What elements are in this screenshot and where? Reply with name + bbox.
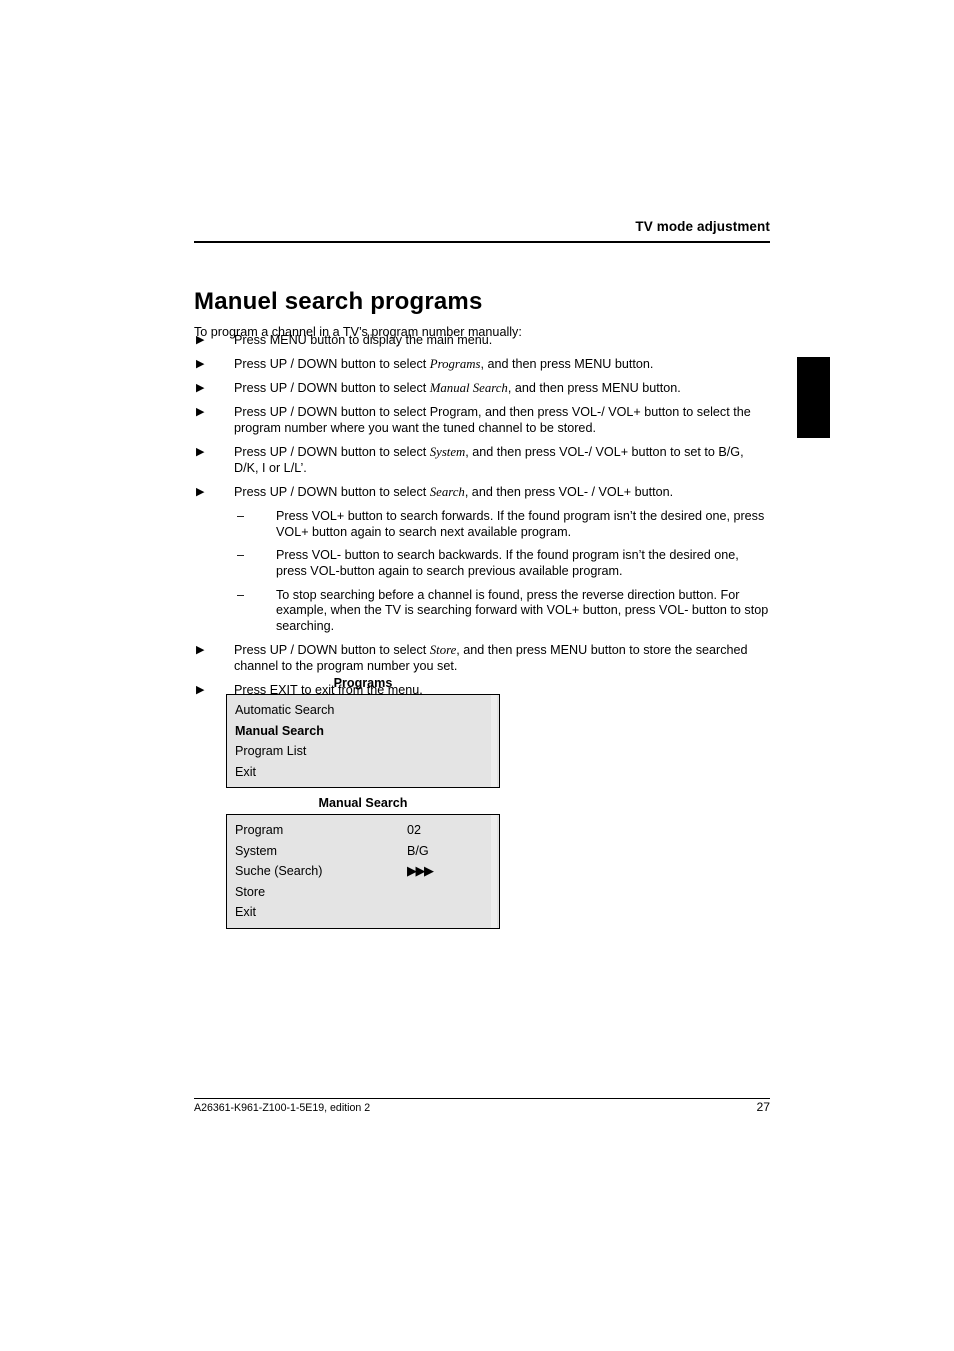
step-text-run: Press UP / DOWN button to select (234, 381, 430, 396)
osd-menu-manual-search: Manual Search Program 02 System B/G Suche (Se… (226, 796, 500, 929)
instruction-substep-text: Press VOL+ button to search forwards. If… (276, 509, 765, 539)
instruction-step-text: Press MENU button to display the main me… (234, 333, 492, 347)
header-rule (194, 241, 770, 243)
page-title: Manuel search programs (194, 288, 483, 316)
osd-menu-item[interactable]: Exit (227, 902, 499, 923)
osd-menu-item[interactable]: System B/G (227, 841, 499, 862)
instruction-step: ▶ Press UP / DOWN button to select Progra… (194, 357, 770, 373)
osd-menu-item[interactable]: Program 02 (227, 820, 499, 841)
menu-term-emphasis: Search (429, 484, 465, 499)
osd-menu-item-label: Automatic Search (235, 703, 335, 717)
osd-menu-item-value (407, 902, 491, 923)
instruction-substep: – Press VOL+ button to search forwards. I… (234, 509, 770, 540)
document-page: TV mode adjustment Manuel search program… (0, 0, 954, 1351)
step-text-run: , and then press MENU button. (480, 357, 654, 372)
step-text-run: Press UP / DOWN button to select (234, 357, 430, 372)
menu-term-emphasis: Manual Search (429, 381, 508, 396)
step-text-run: Press UP / DOWN button to select (234, 484, 430, 499)
osd-menu-item-value: B/G (407, 843, 429, 858)
osd-menu-item-label: Exit (235, 905, 256, 920)
instruction-step-text: Press UP / DOWN button to select Program… (234, 405, 751, 435)
footer-page-number: 27 (756, 1100, 770, 1114)
osd-menu-item-value (407, 741, 491, 762)
instruction-step-text: Press UP / DOWN button to select Store, … (234, 643, 748, 673)
instruction-step: ▶ Press MENU button to display the main m… (194, 333, 770, 349)
osd-menu-item[interactable]: Suche (Search) ▶▶▶ (227, 861, 499, 882)
instruction-substep-text: Press VOL- button to search backwards. I… (276, 548, 739, 579)
step-text-run: , and then press MENU button. (507, 381, 681, 396)
osd-menu-item-label: System (235, 843, 277, 858)
triangle-bullet-icon: ▶ (196, 485, 205, 498)
instruction-step: ▶ Press UP / DOWN button to select Store,… (194, 643, 770, 674)
instruction-substep-text: To stop searching before a channel is fo… (276, 587, 769, 633)
osd-menu-box: Automatic Search Manual Search Program Lis… (226, 694, 500, 789)
osd-menu-item-value (407, 882, 491, 903)
instruction-step-text: Press UP / DOWN button to select Search,… (234, 485, 673, 499)
triangle-bullet-icon: ▶ (196, 334, 205, 346)
triangle-bullet-icon: ▶ (196, 643, 205, 656)
osd-menu-item-label: Store (235, 884, 266, 899)
osd-menu-item-label: Program List (235, 744, 307, 759)
instruction-step: ▶ Press UP / DOWN button to select Search… (194, 485, 770, 635)
search-arrows-icon: ▶▶▶ (407, 863, 434, 879)
instruction-substep: – Press VOL- button to search backwards. … (234, 548, 770, 579)
osd-menu-title: Programs (333, 676, 393, 690)
dash-bullet-icon: – (237, 509, 245, 524)
osd-menu-item[interactable]: Automatic Search (227, 700, 499, 721)
instruction-step-text: Press UP / DOWN button to select Manual … (234, 381, 681, 395)
osd-menu-item[interactable]: Exit (227, 762, 499, 783)
menu-term-emphasis: Programs (429, 357, 481, 372)
osd-menu-item-label: Manual Search (235, 723, 324, 738)
instruction-step: ▶ Press UP / DOWN button to select Manual… (194, 381, 770, 397)
instruction-step-text: Press UP / DOWN button to select System,… (234, 445, 744, 475)
osd-menu-item-label: Exit (235, 764, 256, 779)
triangle-bullet-icon: ▶ (196, 358, 205, 371)
menu-term-emphasis: System (429, 444, 466, 459)
step-text-run: Press MENU button to display the main me… (234, 333, 493, 347)
dash-bullet-icon: – (237, 548, 245, 563)
dash-bullet-icon: – (237, 587, 245, 602)
osd-menu-item-label: Program (235, 823, 284, 837)
osd-menu-item-value (407, 762, 491, 783)
triangle-bullet-icon: ▶ (196, 683, 205, 696)
osd-menu-item-value (407, 700, 491, 721)
osd-menu-item-label: Suche (Search) (235, 864, 323, 879)
osd-menu-box: Program 02 System B/G Suche (Search) ▶▶▶ Store… (226, 814, 500, 929)
osd-menu-programs: Programs Automatic Search Manual Search Pro… (226, 676, 500, 789)
step-text-run: Press UP / DOWN button to select Program… (234, 405, 751, 435)
instruction-step: ▶ Press UP / DOWN button to select Progra… (194, 405, 770, 436)
triangle-bullet-icon: ▶ (196, 445, 205, 458)
instruction-substep-list: – Press VOL+ button to search forwards. I… (234, 509, 770, 634)
running-header: TV mode adjustment (635, 219, 770, 234)
instruction-substep: – To stop searching before a channel is f… (234, 588, 770, 635)
osd-menu-item-value (407, 721, 491, 742)
osd-menu-item[interactable]: Manual Search (227, 721, 499, 742)
step-text-run: Press UP / DOWN button to select (234, 642, 430, 657)
instruction-step-text: Press UP / DOWN button to select Program… (234, 357, 653, 371)
osd-menu-item[interactable]: Store (227, 882, 499, 903)
instruction-step: ▶ Press UP / DOWN button to select System… (194, 445, 770, 476)
instruction-step-list: ▶ Press MENU button to display the main m… (194, 333, 770, 707)
osd-menu-item[interactable]: Program List (227, 741, 499, 762)
triangle-bullet-icon: ▶ (196, 406, 205, 419)
step-text-run: , and then press VOL- / VOL+ button. (464, 484, 674, 499)
menu-term-emphasis: Store (429, 642, 457, 657)
triangle-bullet-icon: ▶ (196, 382, 205, 395)
step-text-run: Press UP / DOWN button to select (234, 444, 430, 459)
osd-menu-title: Manual Search (318, 796, 408, 810)
thumb-index-tab (797, 357, 830, 438)
osd-menu-item-value: 02 (407, 823, 422, 837)
